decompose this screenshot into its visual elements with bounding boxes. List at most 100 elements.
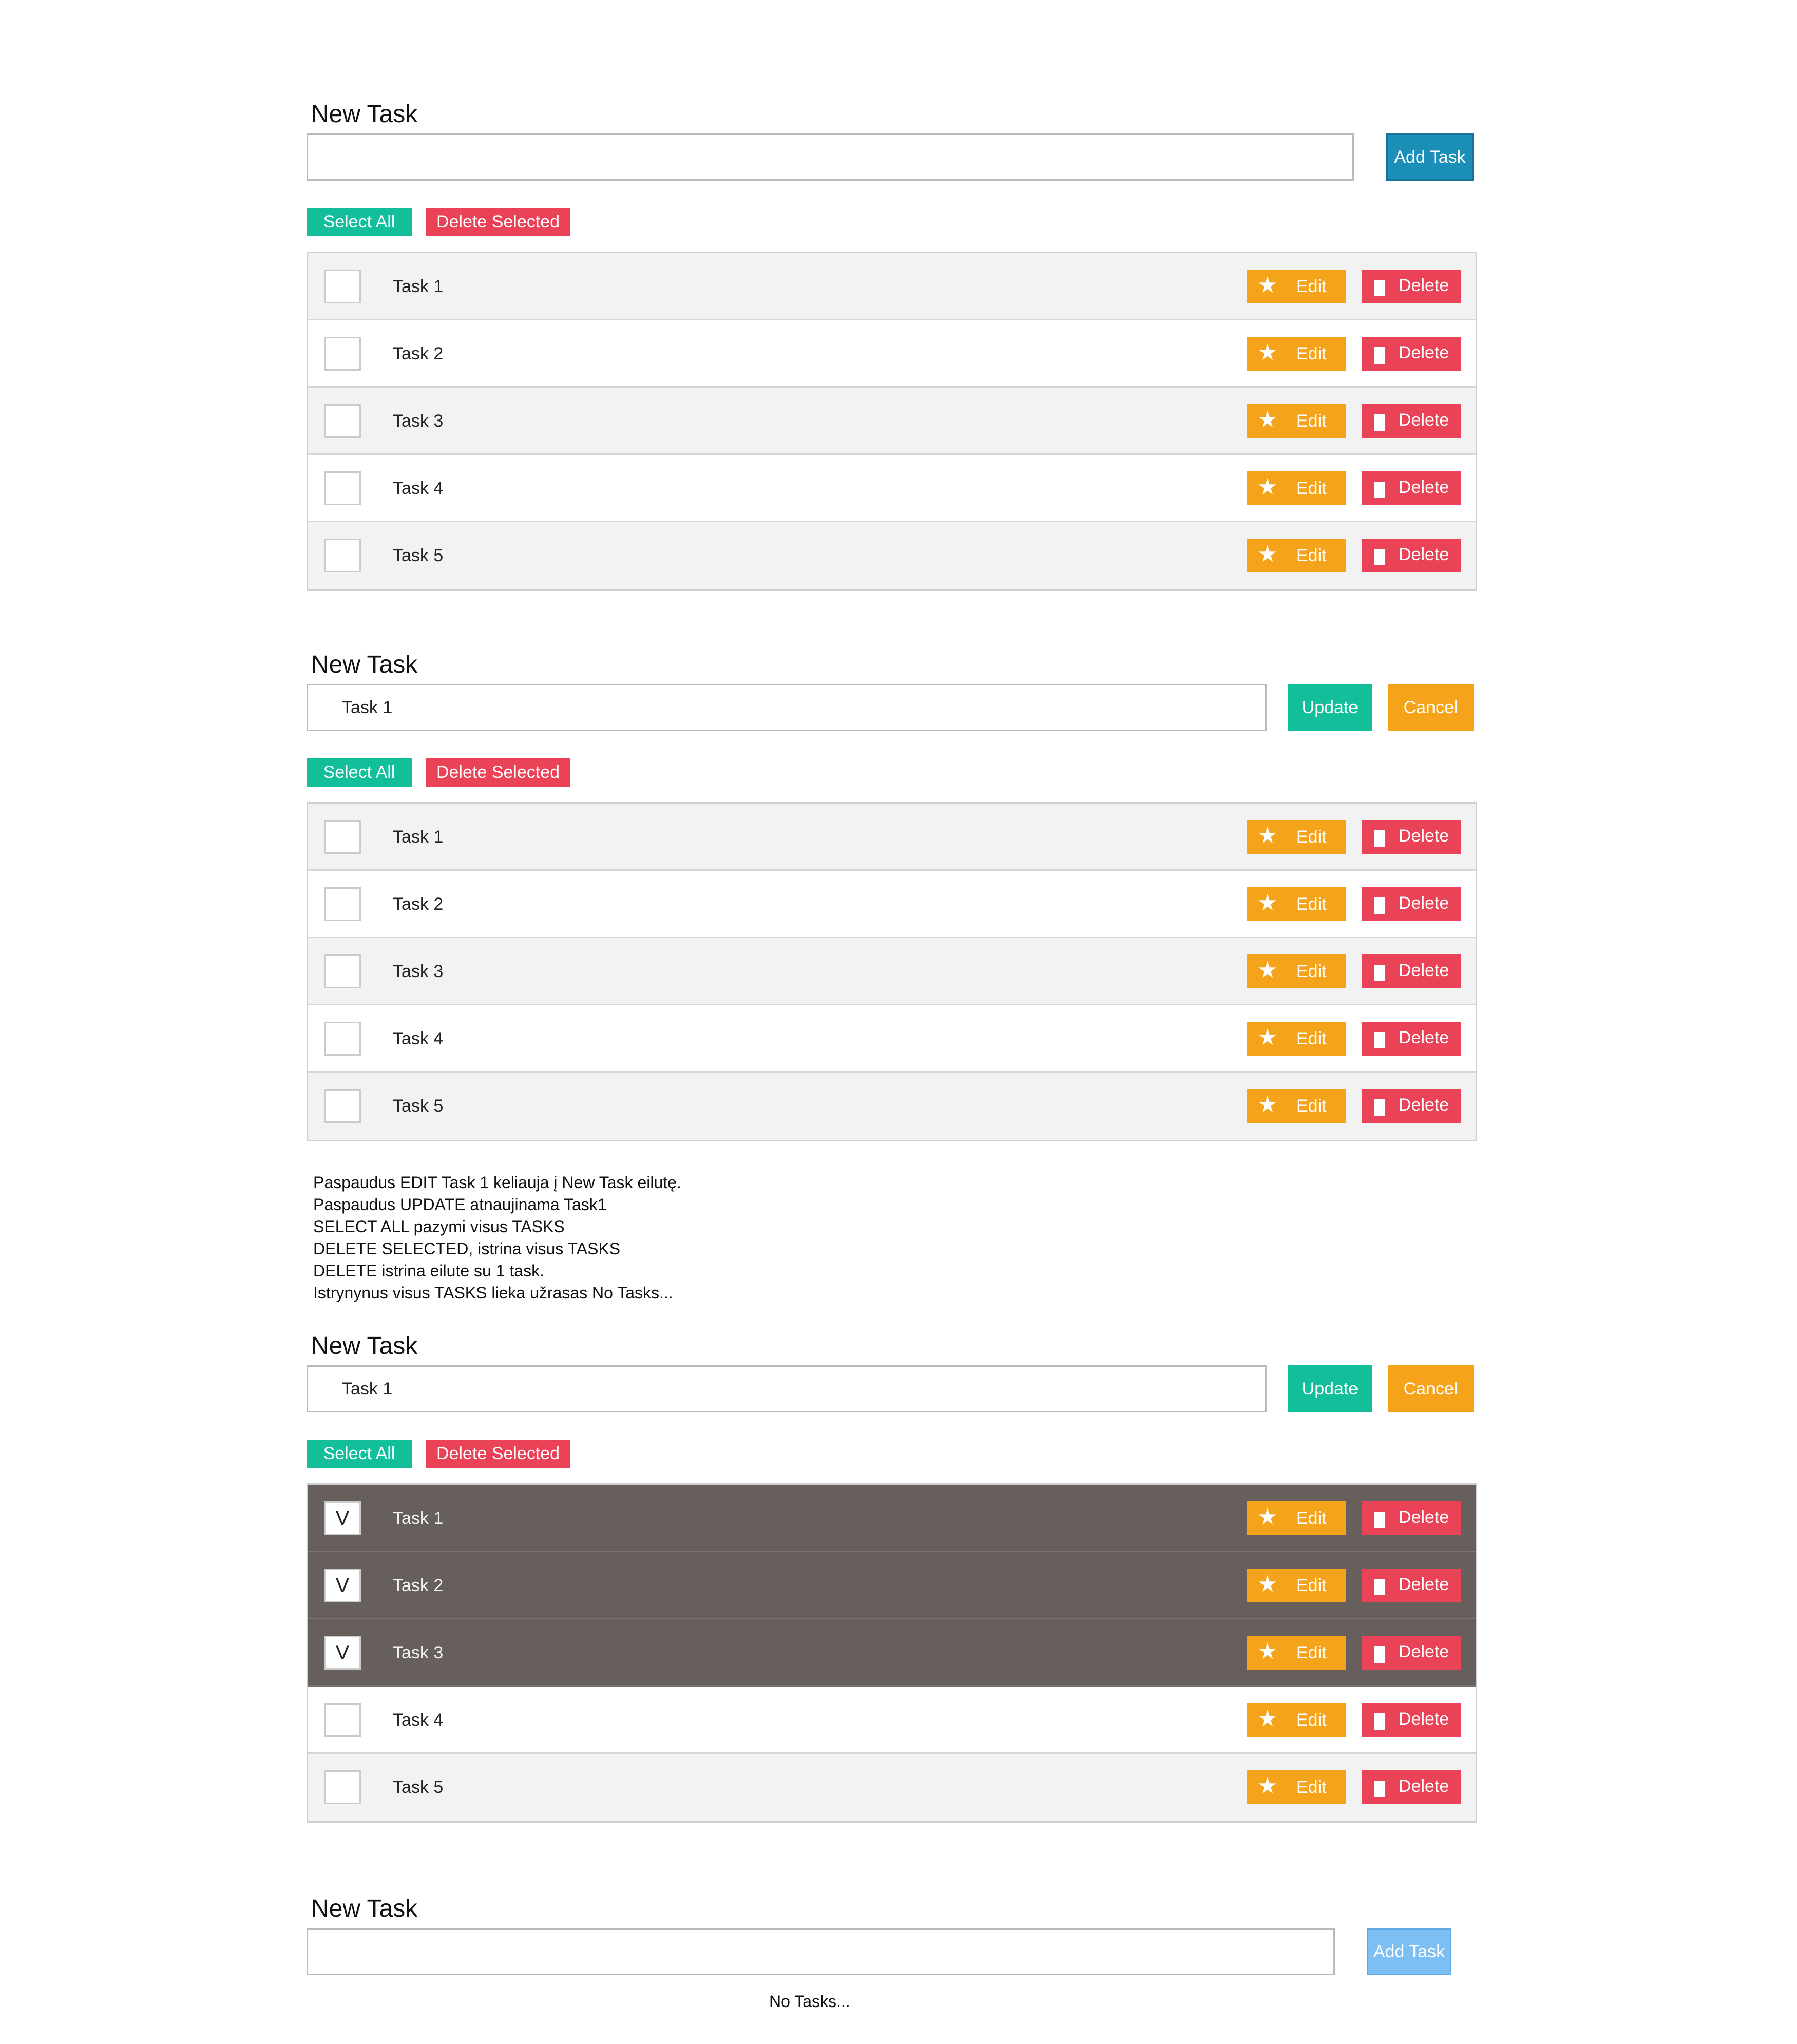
edit-label: Edit: [1296, 1096, 1327, 1116]
select-all-button[interactable]: Select All: [307, 1440, 412, 1468]
delete-button[interactable]: Delete: [1362, 270, 1461, 303]
star-icon: ★: [1257, 1706, 1278, 1731]
task-row: Task 1 ★ Edit Delete: [308, 253, 1476, 320]
delete-selected-button[interactable]: Delete Selected: [426, 208, 570, 236]
delete-button[interactable]: Delete: [1362, 820, 1461, 854]
task-checkbox[interactable]: V: [324, 1636, 361, 1670]
delete-button[interactable]: Delete: [1362, 471, 1461, 505]
task-list: Task 1 ★ Edit Delete Task 2 ★ Edit Delete Task 3…: [307, 252, 1477, 591]
task-checkbox[interactable]: [324, 539, 361, 572]
delete-button[interactable]: Delete: [1362, 954, 1461, 988]
task-checkbox[interactable]: [324, 471, 361, 505]
task-label: Task 2: [393, 894, 444, 914]
edit-button[interactable]: ★ Edit: [1247, 337, 1346, 371]
trash-icon: [1374, 830, 1385, 847]
update-button[interactable]: Update: [1288, 684, 1372, 731]
new-task-input[interactable]: [307, 133, 1354, 181]
edit-label: Edit: [1296, 962, 1327, 981]
edit-button[interactable]: ★ Edit: [1247, 887, 1346, 921]
delete-button[interactable]: Delete: [1362, 1089, 1461, 1123]
edit-button[interactable]: ★ Edit: [1247, 539, 1346, 572]
task-checkbox[interactable]: [324, 270, 361, 303]
delete-label: Delete: [1399, 1776, 1449, 1796]
cancel-button[interactable]: Cancel: [1388, 1365, 1474, 1412]
trash-icon: [1374, 1099, 1385, 1116]
new-task-label: New Task: [311, 1895, 418, 1922]
star-icon: ★: [1257, 474, 1278, 500]
task-checkbox[interactable]: [324, 1022, 361, 1056]
note-line: SELECT ALL pazymi visus TASKS: [313, 1217, 565, 1236]
check-mark-icon: V: [335, 1641, 350, 1664]
star-icon: ★: [1257, 1504, 1278, 1530]
select-all-button[interactable]: Select All: [307, 208, 412, 236]
cancel-button[interactable]: Cancel: [1388, 684, 1474, 731]
edit-button[interactable]: ★ Edit: [1247, 1089, 1346, 1123]
new-task-input[interactable]: [307, 1928, 1335, 1975]
note-line: DELETE SELECTED, istrina visus TASKS: [313, 1239, 621, 1258]
no-tasks-message: No Tasks...: [769, 1992, 850, 2011]
delete-button[interactable]: Delete: [1362, 1636, 1461, 1670]
edit-label: Edit: [1296, 344, 1327, 364]
new-task-input[interactable]: Task 1: [307, 684, 1267, 731]
task-row: Task 3 ★ Edit Delete: [308, 938, 1476, 1005]
task-checkbox[interactable]: [324, 1703, 361, 1737]
edit-button[interactable]: ★ Edit: [1247, 1569, 1346, 1602]
edit-label: Edit: [1296, 1710, 1327, 1730]
trash-icon: [1374, 482, 1385, 498]
task-checkbox[interactable]: [324, 404, 361, 438]
edit-button[interactable]: ★ Edit: [1247, 404, 1346, 438]
edit-label: Edit: [1296, 1643, 1327, 1663]
task-checkbox[interactable]: [324, 1770, 361, 1804]
select-all-button[interactable]: Select All: [307, 758, 412, 787]
star-icon: ★: [1257, 823, 1278, 848]
edit-button[interactable]: ★ Edit: [1247, 1703, 1346, 1737]
delete-label: Delete: [1399, 1575, 1449, 1594]
trash-icon: [1374, 897, 1385, 914]
task-checkbox[interactable]: [324, 954, 361, 988]
delete-button[interactable]: Delete: [1362, 539, 1461, 572]
task-row: Task 2 ★ Edit Delete: [308, 320, 1476, 388]
edit-label: Edit: [1296, 479, 1327, 498]
edit-button[interactable]: ★ Edit: [1247, 270, 1346, 303]
task-checkbox[interactable]: V: [324, 1569, 361, 1602]
delete-label: Delete: [1399, 343, 1449, 362]
task-checkbox[interactable]: [324, 887, 361, 921]
delete-button[interactable]: Delete: [1362, 337, 1461, 371]
delete-label: Delete: [1399, 1095, 1449, 1115]
star-icon: ★: [1257, 542, 1278, 567]
delete-button[interactable]: Delete: [1362, 404, 1461, 438]
note-line: DELETE istrina eilute su 1 task.: [313, 1262, 544, 1280]
edit-button[interactable]: ★ Edit: [1247, 1501, 1346, 1535]
task-checkbox[interactable]: [324, 1089, 361, 1123]
edit-label: Edit: [1296, 277, 1327, 296]
task-row: V Task 2 ★ Edit Delete: [308, 1552, 1476, 1619]
task-label: Task 5: [393, 546, 444, 565]
task-checkbox[interactable]: V: [324, 1501, 361, 1535]
star-icon: ★: [1257, 340, 1278, 365]
edit-button[interactable]: ★ Edit: [1247, 1022, 1346, 1056]
delete-selected-button[interactable]: Delete Selected: [426, 758, 570, 787]
delete-button[interactable]: Delete: [1362, 1022, 1461, 1056]
note-line: Paspaudus EDIT Task 1 keliauja į New Tas…: [313, 1173, 681, 1192]
delete-label: Delete: [1399, 276, 1449, 295]
delete-button[interactable]: Delete: [1362, 1770, 1461, 1804]
edit-button[interactable]: ★ Edit: [1247, 1770, 1346, 1804]
delete-button[interactable]: Delete: [1362, 887, 1461, 921]
update-button[interactable]: Update: [1288, 1365, 1372, 1412]
edit-button[interactable]: ★ Edit: [1247, 820, 1346, 854]
delete-selected-button[interactable]: Delete Selected: [426, 1440, 570, 1468]
task-checkbox[interactable]: [324, 820, 361, 854]
task-list: V Task 1 ★ Edit Delete V Task 2 ★ Edit Delete V Tas…: [307, 1483, 1477, 1823]
delete-button[interactable]: Delete: [1362, 1569, 1461, 1602]
delete-button[interactable]: Delete: [1362, 1703, 1461, 1737]
delete-button[interactable]: Delete: [1362, 1501, 1461, 1535]
task-checkbox[interactable]: [324, 337, 361, 371]
edit-button[interactable]: ★ Edit: [1247, 954, 1346, 988]
edit-button[interactable]: ★ Edit: [1247, 1636, 1346, 1670]
new-task-label: New Task: [311, 651, 418, 678]
task-row: Task 2 ★ Edit Delete: [308, 871, 1476, 938]
new-task-input[interactable]: Task 1: [307, 1365, 1267, 1412]
edit-button[interactable]: ★ Edit: [1247, 471, 1346, 505]
add-task-button[interactable]: Add Task: [1386, 133, 1474, 181]
add-task-button[interactable]: Add Task: [1367, 1928, 1451, 1975]
